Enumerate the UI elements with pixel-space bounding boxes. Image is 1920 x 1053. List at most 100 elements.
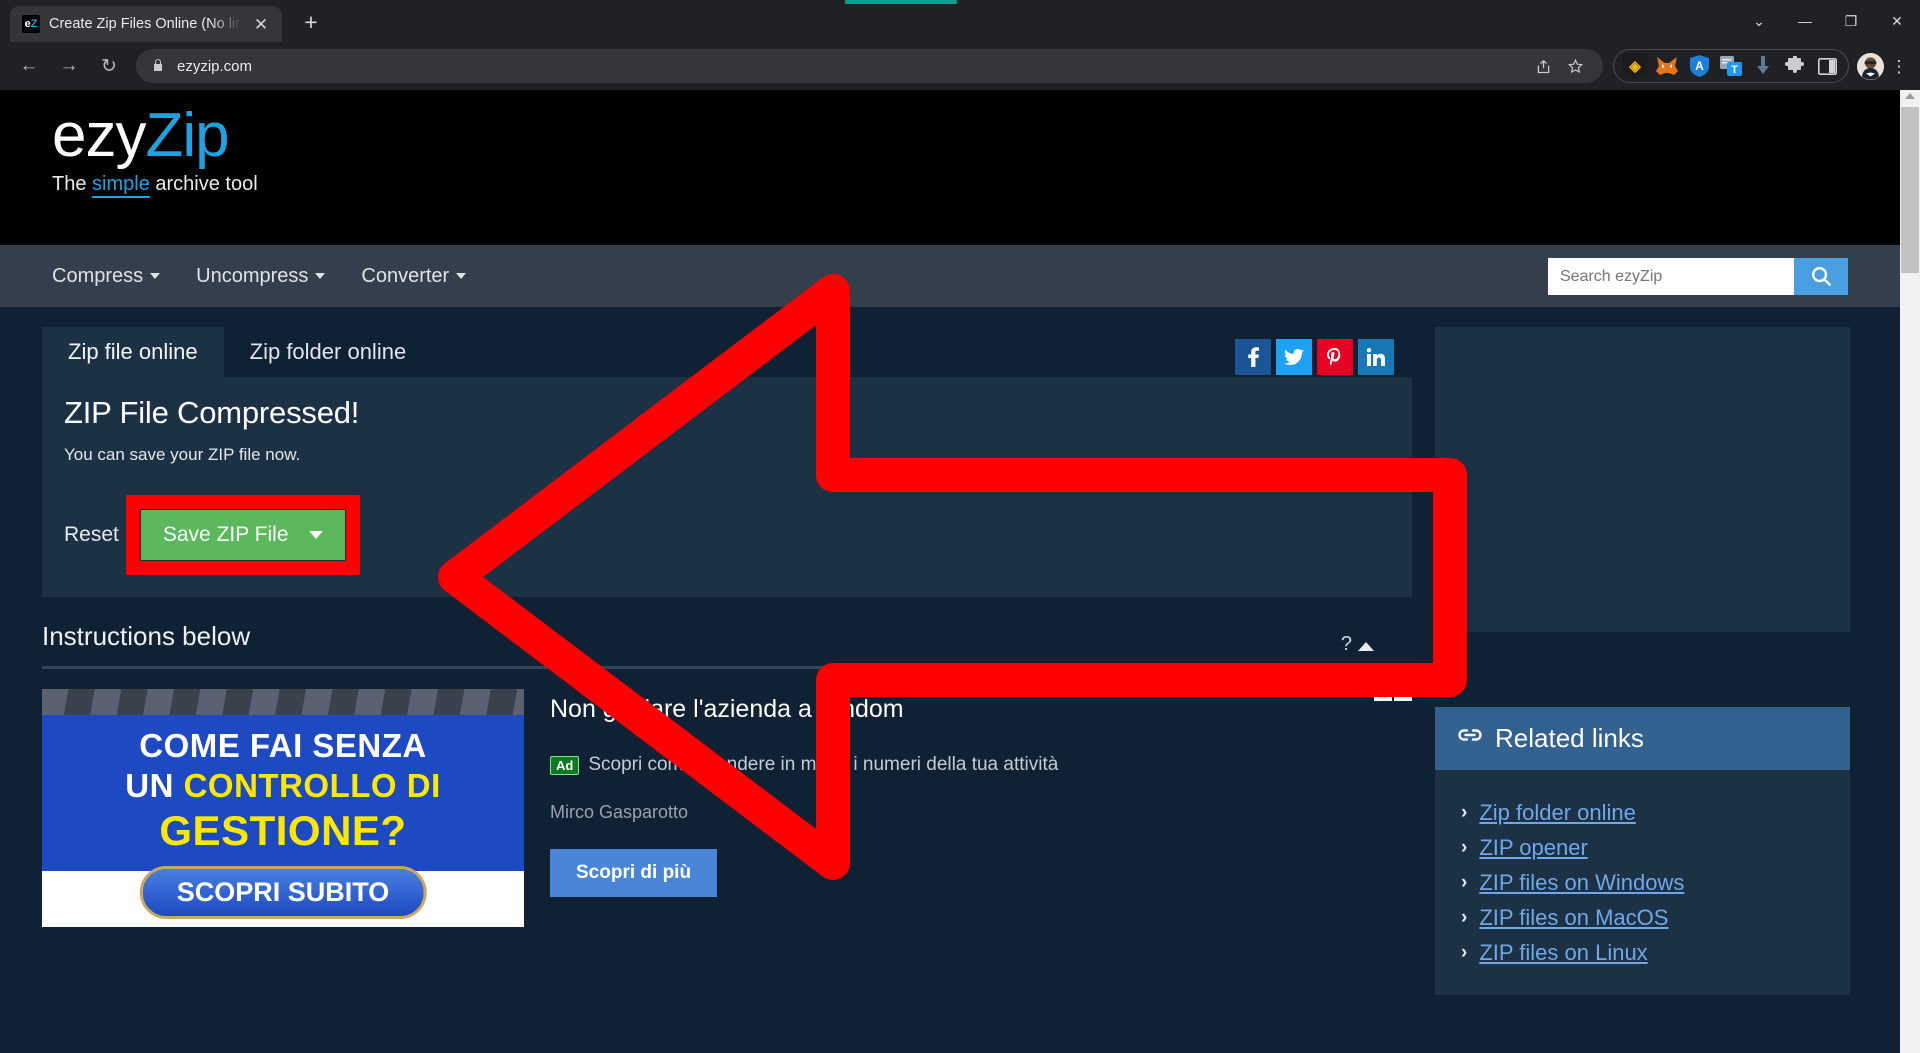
ad-title[interactable]: Non guidare l'azienda a random xyxy=(550,695,1412,724)
ad-banner-cta[interactable]: SCOPRI SUBITO xyxy=(139,866,427,919)
puzzle-extensions-icon[interactable] xyxy=(1782,53,1808,79)
ad-banner-line2-yellow: CONTROLLO DI xyxy=(183,767,441,804)
browser-menu-icon[interactable]: ⋮ xyxy=(1886,58,1912,75)
linkedin-share-button[interactable] xyxy=(1358,339,1394,375)
advertisement-block: COME FAI SENZA UN CONTROLLO DI GESTIONE?… xyxy=(42,683,1412,927)
forward-icon[interactable]: → xyxy=(50,47,88,85)
related-link-zip-opener[interactable]: ZIP opener xyxy=(1479,835,1587,861)
ezyzip-favicon-icon: eZ xyxy=(22,15,40,33)
new-tab-button[interactable]: + xyxy=(296,9,326,36)
browser-tab[interactable]: eZ Create Zip Files Online (No limits ✕ xyxy=(10,6,282,42)
adblock-shield-icon[interactable]: A xyxy=(1686,53,1712,79)
scroll-up-arrow-icon[interactable] xyxy=(1905,93,1915,99)
page-scrollbar[interactable] xyxy=(1900,90,1920,1053)
ad-banner-image[interactable]: COME FAI SENZA UN CONTROLLO DI GESTIONE?… xyxy=(42,689,524,927)
ad-text-block: ⓘ ✕ Non guidare l'azienda a random Ad Sc… xyxy=(550,683,1412,927)
nav-label-compress: Compress xyxy=(52,264,144,287)
page-title: ZIP File Compressed! xyxy=(64,395,360,430)
site-tagline: The simple archive tool xyxy=(52,173,258,198)
ad-banner-line2: UN CONTROLLO DI xyxy=(42,767,524,805)
pinterest-share-button[interactable] xyxy=(1317,339,1353,375)
nav-item-uncompress[interactable]: Uncompress xyxy=(196,264,326,288)
page-viewport: ezyZip The simple archive tool Compress … xyxy=(0,90,1920,1053)
chevron-up-icon xyxy=(1358,642,1374,651)
ad-banner-line1: COME FAI SENZA xyxy=(139,727,427,764)
related-link-zip-files-linux[interactable]: ZIP files on Linux xyxy=(1479,940,1647,966)
related-link-zip-folder-online[interactable]: Zip folder online xyxy=(1479,800,1636,826)
metamask-fox-icon[interactable] xyxy=(1654,53,1680,79)
related-link-zip-files-macos[interactable]: ZIP files on MacOS xyxy=(1479,905,1668,931)
download-manager-icon[interactable] xyxy=(1750,53,1776,79)
minimize-window-icon[interactable]: — xyxy=(1782,0,1828,42)
related-link-zip-files-windows[interactable]: ZIP files on Windows xyxy=(1479,870,1684,896)
site-header: ezyZip The simple archive tool xyxy=(0,90,1900,245)
search-button[interactable] xyxy=(1794,258,1848,295)
translate-icon[interactable]: T xyxy=(1718,53,1744,79)
reset-button[interactable]: Reset xyxy=(64,523,119,547)
related-links-title: Related links xyxy=(1495,723,1644,753)
ad-info-icon[interactable]: ⓘ xyxy=(1374,683,1392,701)
tab-zip-file-online[interactable]: Zip file online xyxy=(42,327,224,377)
close-window-icon[interactable]: ✕ xyxy=(1874,0,1920,42)
reload-icon[interactable]: ↻ xyxy=(90,47,128,85)
ad-badge: Ad xyxy=(550,755,580,775)
tagline-post: archive tool xyxy=(149,173,258,195)
list-item[interactable]: › ZIP opener xyxy=(1461,835,1828,861)
search-input[interactable] xyxy=(1548,258,1794,295)
related-links-card: Related links › Zip folder online › ZIP … xyxy=(1435,707,1850,995)
address-bar[interactable]: ezyzip.com xyxy=(136,49,1603,83)
collapse-indicator[interactable]: ? xyxy=(1341,633,1374,656)
twitter-share-button[interactable] xyxy=(1276,339,1312,375)
instructions-section-header: Instructions below ? xyxy=(42,621,1412,669)
nav-label-uncompress: Uncompress xyxy=(196,264,309,287)
logo-ezy: ezy xyxy=(52,101,146,170)
ad-description: Scopri come prendere in mano i numeri de… xyxy=(588,754,1059,775)
bookmark-star-icon[interactable] xyxy=(1559,50,1591,82)
facebook-share-button[interactable] xyxy=(1235,339,1271,375)
result-subtext: You can save your ZIP file now. xyxy=(64,445,301,464)
browser-window: eZ Create Zip Files Online (No limits ✕ … xyxy=(0,0,1920,1053)
main-column: Zip file online Zip folder online ZIP Fi… xyxy=(42,327,1412,927)
side-panel-icon[interactable] xyxy=(1814,53,1840,79)
ad-banner-line3: GESTIONE? xyxy=(159,807,407,854)
chevron-right-icon: › xyxy=(1461,907,1468,928)
profile-avatar[interactable] xyxy=(1857,52,1884,80)
share-icon[interactable] xyxy=(1527,50,1559,82)
browser-toolbar: ← → ↻ ezyzip.com ◈ A T ⋮ xyxy=(0,42,1920,90)
related-links-list: › Zip folder online › ZIP opener › ZIP f… xyxy=(1435,770,1850,995)
binance-wallet-icon[interactable]: ◈ xyxy=(1622,53,1648,79)
extensions-cluster: ◈ A T xyxy=(1613,49,1849,83)
nav-item-converter[interactable]: Converter xyxy=(361,265,467,288)
scrollbar-thumb[interactable] xyxy=(1901,107,1919,273)
maximize-window-icon[interactable]: ❐ xyxy=(1828,0,1874,42)
tab-strip: eZ Create Zip Files Online (No limits ✕ … xyxy=(0,0,1920,42)
chevron-down-icon[interactable] xyxy=(308,531,323,539)
collapse-toolbar-icon[interactable]: ⌄ xyxy=(1736,0,1782,42)
ad-cta-button[interactable]: Scopri di più xyxy=(550,849,718,897)
ad-description-row: Ad Scopri come prendere in mano i numeri… xyxy=(550,754,1412,776)
site-logo[interactable]: ezyZip The simple archive tool xyxy=(52,105,258,198)
ad-close-icon[interactable]: ✕ xyxy=(1394,683,1412,701)
save-zip-file-button[interactable]: Save ZIP File xyxy=(140,510,345,560)
list-item[interactable]: › Zip folder online xyxy=(1461,800,1828,826)
close-tab-icon[interactable]: ✕ xyxy=(250,16,272,33)
tab-title: Create Zip Files Online (No limits xyxy=(49,16,241,32)
list-item[interactable]: › ZIP files on Linux xyxy=(1461,940,1828,966)
sidebar-ad-slot xyxy=(1435,327,1850,632)
nav-item-compress[interactable]: Compress xyxy=(52,264,161,288)
list-item[interactable]: › ZIP files on MacOS xyxy=(1461,905,1828,931)
logo-text: ezyZip xyxy=(52,105,258,167)
ad-banner-line2-white: UN xyxy=(125,767,184,804)
list-item[interactable]: › ZIP files on Windows xyxy=(1461,870,1828,896)
zip-result-panel: ZIP File Compressed! You can save your Z… xyxy=(42,339,1412,597)
back-icon[interactable]: ← xyxy=(10,47,48,85)
svg-text:T: T xyxy=(1731,64,1738,76)
related-links-header: Related links xyxy=(1435,707,1850,770)
tab-zip-folder-online[interactable]: Zip folder online xyxy=(224,327,433,377)
question-mark-label: ? xyxy=(1340,633,1352,655)
chevron-right-icon: › xyxy=(1461,942,1468,963)
top-accent-bar xyxy=(845,0,957,4)
lock-icon xyxy=(152,58,164,75)
chevron-down-icon xyxy=(315,273,326,279)
site-navbar: Compress Uncompress Converter xyxy=(0,245,1900,307)
